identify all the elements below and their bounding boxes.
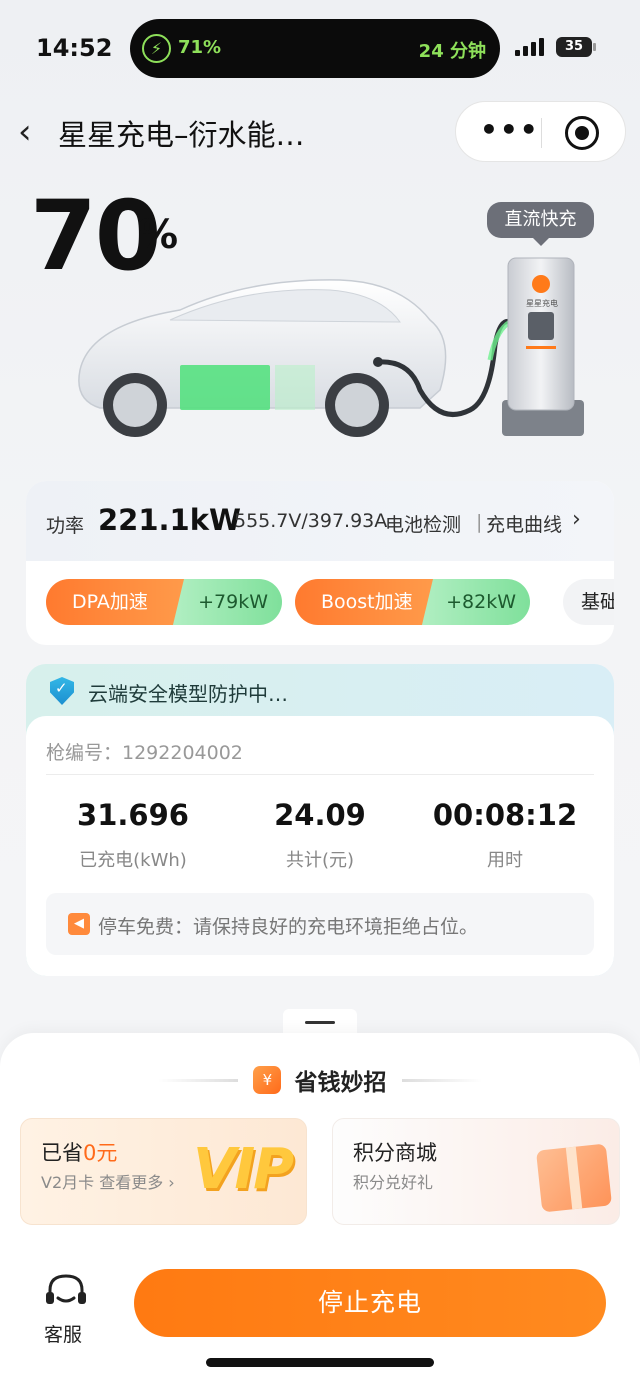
power-label: 功率	[46, 515, 85, 537]
dpa-boost-pill[interactable]: +79kW DPA加速	[46, 579, 282, 625]
points-mall-card[interactable]: 积分商城 积分兑好礼	[332, 1118, 620, 1225]
stat-energy: 31.696 已充电(kWh)	[43, 798, 223, 872]
notice-text: 停车免费：请保持良好的充电环境拒绝占位。	[98, 916, 479, 938]
charge-curve-link[interactable]: 充电曲线	[486, 510, 562, 537]
mall-subtitle: 积分兑好礼	[353, 1173, 434, 1192]
tips-title: 省钱妙招	[294, 1070, 387, 1096]
tips-header: ¥ 省钱妙招	[0, 1063, 640, 1097]
stat-label: 共计(元)	[285, 850, 355, 871]
saved-amount: 已省0元	[41, 1141, 118, 1165]
miniprogram-capsule: •••	[455, 101, 626, 162]
chevron-right-icon: ›	[572, 507, 581, 532]
power-summary: 功率 221.1kW 555.7V/397.93A 电池检测 | 充电曲线 ›	[26, 481, 614, 561]
boost-name: Boost加速	[295, 579, 433, 625]
dc-fast-charge-badge: 直流快充	[487, 202, 594, 246]
stat-label: 已充电(kWh)	[79, 850, 187, 871]
car-charging-illustration: 星星充电	[78, 257, 584, 437]
stat-value: 00:08:12	[432, 798, 578, 832]
stop-charging-button[interactable]: 停止充电	[134, 1269, 606, 1337]
headset-icon[interactable]	[44, 1272, 88, 1312]
back-button[interactable]: ‹	[18, 112, 32, 152]
shield-check-icon	[50, 677, 74, 705]
home-indicator	[206, 1358, 434, 1367]
time-remaining: 24 分钟	[418, 41, 486, 62]
security-status: 云端安全模型防护中…	[88, 682, 288, 706]
gun-number: 枪编号：1292204002	[46, 742, 243, 764]
dynamic-island: ⚡ 71% 24 分钟	[130, 19, 500, 78]
stat-label: 用时	[487, 850, 523, 871]
session-card: 云端安全模型防护中… 枪编号：1292204002 31.696 已充电(kWh…	[26, 664, 614, 976]
bottom-action-bar: 客服 停止充电	[0, 1250, 640, 1386]
coin-icon: ¥	[253, 1066, 282, 1094]
decor-line	[158, 1078, 239, 1082]
battery-check-link[interactable]: 电池检测	[385, 510, 461, 537]
vip-card[interactable]: 已省0元 V2月卡 查看更多 › VIP	[20, 1118, 307, 1225]
basic-pill[interactable]: 基础	[563, 579, 614, 625]
page-title: 星星充电–衍水能…	[58, 118, 305, 152]
battery-icon: 35	[556, 37, 596, 57]
pile-brand-text: 星星充电	[526, 298, 558, 308]
signal-icon	[515, 38, 544, 56]
vip-badge: VIP	[193, 1137, 294, 1202]
customer-service-label[interactable]: 客服	[44, 1320, 82, 1347]
session-details: 枪编号：1292204002 31.696 已充电(kWh) 24.09 共计(…	[26, 716, 614, 976]
link-divider: |	[476, 511, 483, 533]
power-value: 221.1kW	[98, 503, 242, 537]
more-icon[interactable]: •••	[480, 116, 540, 144]
voltage-current: 555.7V/397.93A	[234, 510, 388, 532]
parking-notice: ◀ 停车免费：请保持良好的充电环境拒绝占位。	[46, 893, 594, 955]
mall-title: 积分商城	[353, 1141, 437, 1165]
close-target-icon[interactable]	[565, 116, 599, 150]
boost-pill[interactable]: +82kW Boost加速	[295, 579, 530, 625]
stat-cost: 24.09 共计(元)	[230, 798, 410, 872]
stat-duration: 00:08:12 用时	[415, 798, 595, 872]
status-time: 14:52	[36, 34, 113, 62]
capsule-divider	[541, 118, 542, 148]
speaker-icon: ◀	[68, 913, 90, 935]
divider	[46, 774, 594, 775]
charge-percent: 71%	[178, 37, 222, 58]
decor-line	[401, 1078, 482, 1082]
gift-box-icon	[535, 1143, 613, 1213]
vip-subtitle: V2月卡 查看更多 ›	[41, 1173, 175, 1192]
stat-value: 31.696	[77, 798, 189, 832]
stat-value: 24.09	[274, 798, 366, 832]
dpa-boost-name: DPA加速	[46, 579, 184, 625]
charging-bolt-icon: ⚡	[142, 34, 171, 63]
power-card: 功率 221.1kW 555.7V/397.93A 电池检测 | 充电曲线 › …	[26, 481, 614, 645]
boost-row: +79kW DPA加速 +82kW Boost加速 基础	[46, 579, 614, 625]
